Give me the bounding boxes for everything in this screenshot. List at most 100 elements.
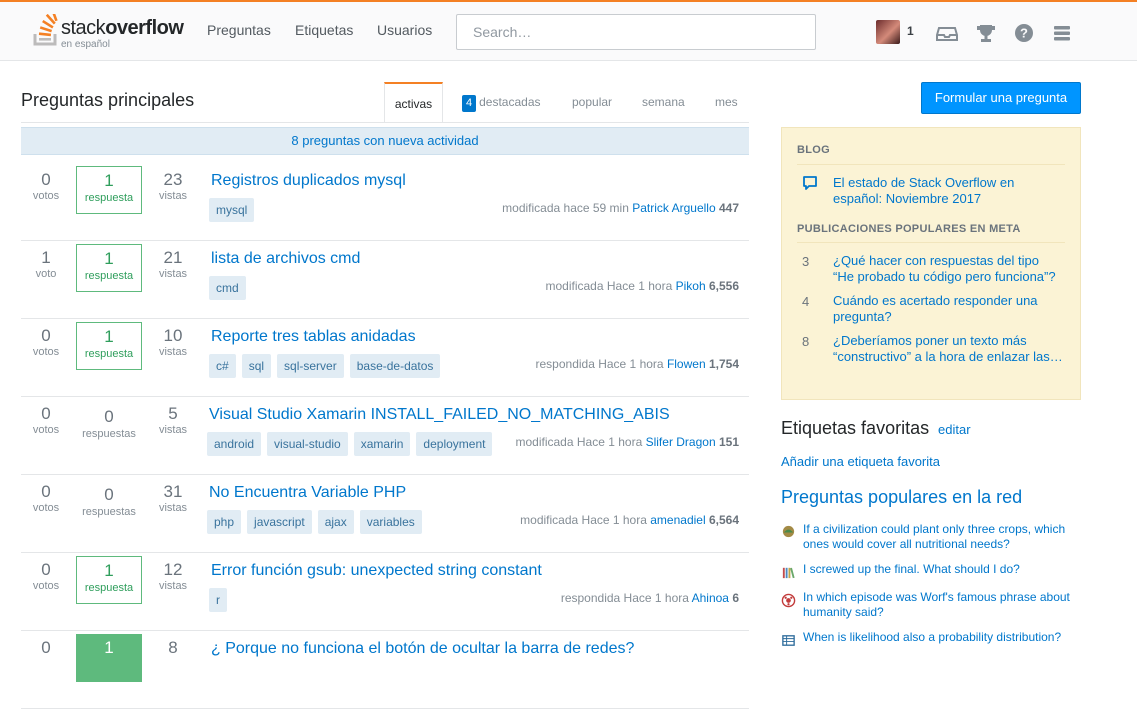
new-activity-banner[interactable]: 8 preguntas con nueva actividad — [21, 127, 749, 155]
tag-link[interactable]: ajax — [317, 510, 354, 534]
tag-link[interactable]: r — [209, 588, 227, 612]
activity-user-link[interactable]: amenadiel — [650, 513, 705, 527]
vote-count: 0 — [21, 639, 71, 657]
blog-divider — [797, 164, 1065, 165]
tab-activas[interactable]: activas — [384, 82, 443, 122]
vote-count: 1 voto — [21, 249, 71, 281]
vote-count-label: votos — [32, 424, 60, 436]
activity-user-rep: 6,556 — [708, 279, 739, 293]
vote-count-number: 0 — [41, 404, 51, 423]
nav-preguntas[interactable]: Preguntas — [207, 22, 271, 38]
site-logo[interactable]: stackoverflow en español — [32, 14, 192, 52]
tab-popular[interactable]: popular — [572, 82, 612, 122]
view-count: 5 vistas — [148, 405, 198, 437]
logo-wordmark: stackoverflow — [61, 17, 184, 39]
view-count-label: vistas — [158, 580, 188, 592]
tag-link[interactable]: visual-studio — [267, 432, 348, 456]
hot-question-link[interactable]: In which episode was Worf's famous phras… — [803, 590, 1078, 620]
view-count-number: 5 — [168, 404, 178, 423]
tag-link[interactable]: c# — [209, 354, 236, 378]
hot-question-link[interactable]: If a civilization could plant only three… — [803, 522, 1078, 552]
vote-count-number: 0 — [41, 560, 51, 579]
question-title-link[interactable]: Registros duplicados mysql — [211, 172, 406, 190]
edit-favorites-link[interactable]: editar — [938, 422, 971, 437]
activity-user-link[interactable]: Flowen — [667, 357, 706, 371]
achievements-icon[interactable] — [974, 21, 998, 45]
tag-link[interactable]: sql — [241, 354, 272, 378]
answer-count-number: 1 — [104, 638, 114, 657]
question-summary: 0 votos 0 respuestas 31 vistas No Encuentra Va… — [21, 475, 749, 553]
hot-question-link[interactable]: When is likelihood also a probability di… — [803, 630, 1078, 645]
site-switcher-icon[interactable] — [1050, 21, 1074, 45]
tag-link[interactable]: sql-server — [277, 354, 344, 378]
tab-destacadas[interactable]: 4 destacadas — [462, 82, 541, 122]
view-count-number: 23 — [163, 170, 183, 189]
view-count-number: 8 — [168, 638, 178, 657]
nav-etiquetas[interactable]: Etiquetas — [295, 22, 353, 38]
view-count-label: vistas — [158, 268, 188, 280]
activity-user-link[interactable]: Ahinoa — [692, 591, 729, 605]
hot-question-link[interactable]: I screwed up the final. What should I do… — [803, 562, 1078, 577]
user-avatar[interactable] — [876, 20, 900, 44]
question-activity: modificada hace 59 min Patrick Arguello … — [502, 201, 739, 215]
question-summary: 0 votos 1 respuesta 12 vistas Error función gs… — [21, 553, 749, 631]
question-title-link[interactable]: No Encuentra Variable PHP — [209, 484, 406, 502]
question-title-link[interactable]: Reporte tres tablas anidadas — [211, 328, 416, 346]
add-favorite-tag-link[interactable]: Añadir una etiqueta favorita — [781, 454, 940, 469]
blog-post-link[interactable]: El estado de Stack Overflow en español: … — [833, 175, 1063, 207]
meta-post-count: 4 — [802, 294, 810, 309]
question-activity: modificada Hace 1 hora Slifer Dragon 151 — [516, 435, 740, 449]
vote-count-label: voto — [35, 268, 57, 280]
tag-link[interactable]: mysql — [209, 198, 255, 222]
question-tags: php javascript ajax variables — [207, 510, 422, 534]
tag-link[interactable]: cmd — [209, 276, 246, 300]
vote-count-label: votos — [32, 502, 60, 514]
inbox-icon[interactable] — [935, 21, 959, 45]
ask-question-button[interactable]: Formular una pregunta — [921, 82, 1081, 114]
question-summary: 0 votos 0 respuestas 5 vistas Visual Studio Xa… — [21, 397, 749, 475]
view-count-label: vistas — [158, 502, 188, 514]
tab-mes[interactable]: mes — [715, 82, 738, 122]
answer-count-label: respuesta — [84, 270, 134, 282]
question-activity: modificada Hace 1 hora Pikoh 6,556 — [546, 279, 740, 293]
tabs-divider — [21, 122, 749, 123]
question-title-link[interactable]: ¿ Porque no funciona el botón de ocultar… — [211, 640, 634, 658]
question-summary: 0 1 8 ¿ Porque no funciona el botón de ocul… — [21, 631, 749, 709]
activity-user-link[interactable]: Pikoh — [676, 279, 706, 293]
activity-user-link[interactable]: Patrick Arguello — [632, 201, 715, 215]
tag-link[interactable]: android — [207, 432, 262, 456]
help-icon[interactable]: ? — [1012, 21, 1036, 45]
question-title-link[interactable]: lista de archivos cmd — [211, 250, 360, 268]
meta-post-link[interactable]: Cuándo es acertado responder una pregunt… — [833, 293, 1063, 325]
view-count-label: vistas — [158, 190, 188, 202]
meta-divider — [797, 242, 1065, 243]
question-tags: android visual-studio xamarin deployment — [207, 432, 493, 456]
tag-link[interactable]: javascript — [247, 510, 312, 534]
featured-count-badge: 4 — [462, 95, 477, 112]
answer-count: 1 respuesta — [76, 244, 142, 292]
tag-link[interactable]: variables — [359, 510, 422, 534]
question-title-link[interactable]: Error función gsub: unexpected string co… — [211, 562, 542, 580]
logo-subtitle: en español — [61, 39, 110, 50]
activity-action: respondida Hace 1 hora — [535, 357, 664, 371]
meta-post-count: 8 — [802, 334, 810, 349]
tag-link[interactable]: xamarin — [353, 432, 411, 456]
view-count-number: 10 — [163, 326, 183, 345]
user-reputation[interactable]: 1 — [907, 24, 914, 38]
nav-usuarios[interactable]: Usuarios — [377, 22, 432, 38]
activity-user-link[interactable]: Slifer Dragon — [646, 435, 716, 449]
activity-action: modificada Hace 1 hora — [545, 279, 673, 293]
tag-link[interactable]: base-de-datos — [349, 354, 441, 378]
tag-link[interactable]: deployment — [416, 432, 493, 456]
hot-network-heading[interactable]: Preguntas populares en la red — [781, 487, 1022, 508]
vote-count-label: votos — [32, 580, 60, 592]
answer-count-number: 0 — [104, 407, 114, 426]
question-title-link[interactable]: Visual Studio Xamarin INSTALL_FAILED_NO_… — [209, 406, 670, 424]
vote-count-number: 1 — [41, 248, 51, 267]
meta-post-link[interactable]: ¿Qué hacer con respuestas del tipo “He p… — [833, 253, 1063, 285]
question-tags: r — [209, 588, 227, 612]
tab-semana[interactable]: semana — [642, 82, 685, 122]
tag-link[interactable]: php — [207, 510, 242, 534]
meta-post-link[interactable]: ¿Deberíamos poner un texto más “construc… — [833, 333, 1063, 365]
search-input[interactable] — [456, 14, 816, 50]
